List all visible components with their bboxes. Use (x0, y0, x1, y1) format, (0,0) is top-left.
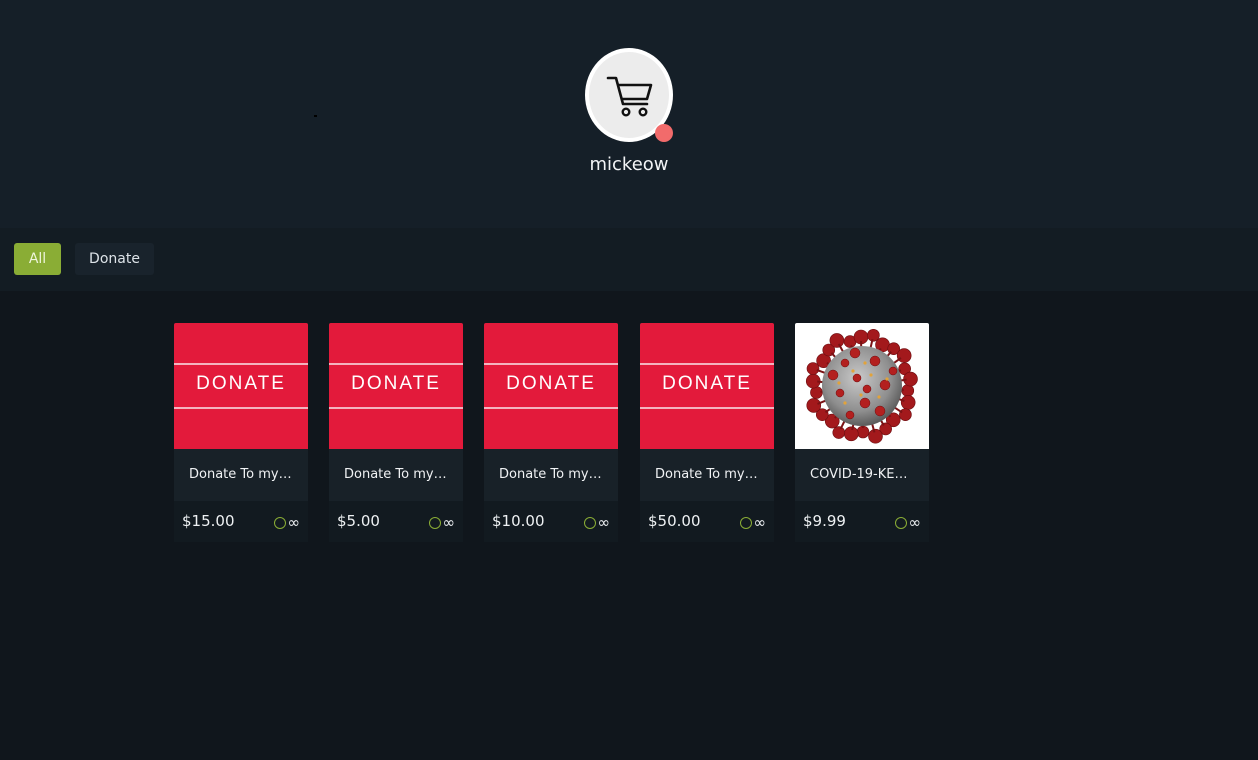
stock-value: ∞ (908, 513, 922, 532)
banner-line (174, 363, 308, 365)
product-card[interactable]: DONATE Donate To my ... $50.00 ∞ (640, 323, 774, 542)
stock-indicator: ∞ (894, 513, 922, 532)
category-filter-bar: All Donate (0, 228, 1258, 291)
banner-line (174, 407, 308, 409)
filter-chip-all[interactable]: All (14, 243, 61, 275)
product-image-donate: DONATE (329, 323, 463, 449)
avatar[interactable] (585, 48, 673, 142)
stock-value: ∞ (442, 513, 456, 532)
product-name: COVID-19-KEN... (795, 449, 929, 501)
stock-circle-icon (583, 516, 596, 529)
status-indicator-dot (655, 124, 673, 142)
product-card[interactable]: DONATE Donate To my ... $5.00 ∞ (329, 323, 463, 542)
stock-indicator: ∞ (428, 513, 456, 532)
product-price: $15.00 (182, 512, 235, 530)
donate-image-text: DONATE (351, 373, 441, 394)
product-card[interactable]: DONATE Donate To my ... $10.00 ∞ (484, 323, 618, 542)
product-image-donate: DONATE (484, 323, 618, 449)
stock-value: ∞ (597, 513, 611, 532)
shopping-cart-icon (606, 76, 653, 117)
stock-value: ∞ (753, 513, 767, 532)
banner-line (329, 407, 463, 409)
product-image-donate: DONATE (640, 323, 774, 449)
product-price: $10.00 (492, 512, 545, 530)
product-card[interactable]: COVID-19-KEN... $9.99 ∞ (795, 323, 929, 542)
stock-value: ∞ (287, 513, 301, 532)
donate-image-text: DONATE (506, 373, 596, 394)
product-price: $5.00 (337, 512, 380, 530)
product-price: $50.00 (648, 512, 701, 530)
banner-line (640, 363, 774, 365)
stock-circle-icon (273, 516, 286, 529)
filter-chip-donate[interactable]: Donate (75, 243, 154, 275)
stray-dot (314, 115, 317, 117)
product-name: Donate To my ... (329, 449, 463, 501)
banner-line (484, 407, 618, 409)
banner-line (329, 363, 463, 365)
banner-line (640, 407, 774, 409)
avatar-background (589, 52, 669, 138)
banner-line (484, 363, 618, 365)
stock-indicator: ∞ (583, 513, 611, 532)
stock-circle-icon (739, 516, 752, 529)
username-label: mickeow (589, 154, 669, 175)
coronavirus-image (805, 328, 918, 444)
stock-indicator: ∞ (273, 513, 301, 532)
product-image-donate: DONATE (174, 323, 308, 449)
profile-header: mickeow (0, 0, 1258, 228)
product-name: Donate To my ... (174, 449, 308, 501)
stock-circle-icon (894, 516, 907, 529)
product-image-coronavirus (795, 323, 929, 449)
product-price: $9.99 (803, 512, 846, 530)
donate-image-text: DONATE (662, 373, 752, 394)
stock-indicator: ∞ (739, 513, 767, 532)
stock-circle-icon (428, 516, 441, 529)
product-card[interactable]: DONATE Donate To my ... $15.00 ∞ (174, 323, 308, 542)
donate-image-text: DONATE (196, 373, 286, 394)
product-name: Donate To my ... (640, 449, 774, 501)
product-name: Donate To my ... (484, 449, 618, 501)
